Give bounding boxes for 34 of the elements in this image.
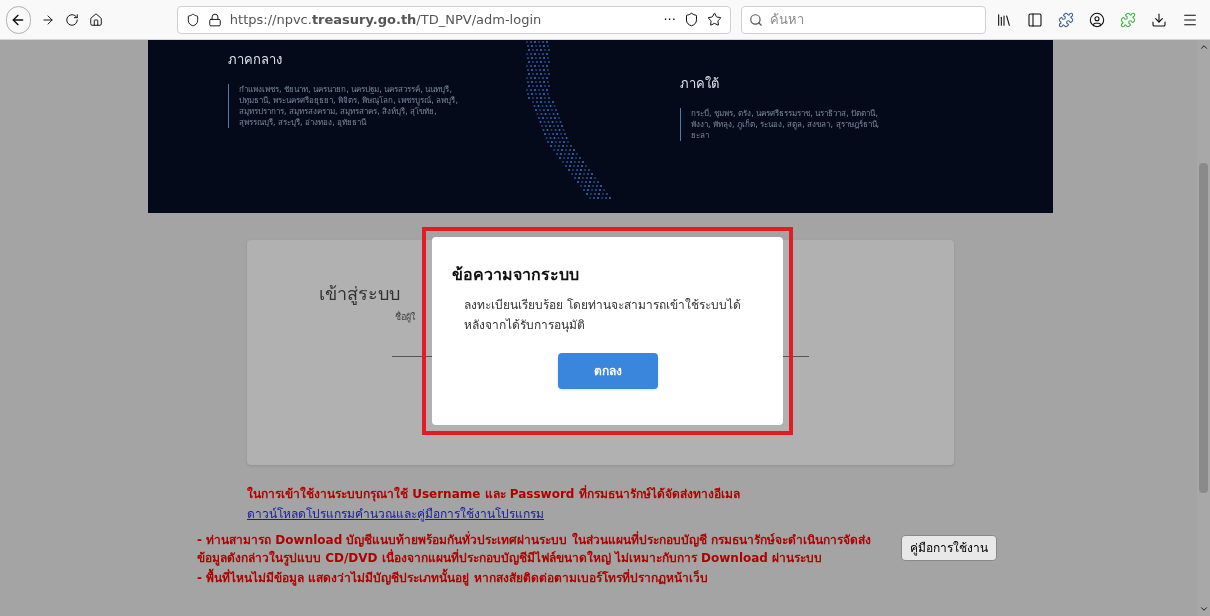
- scroll-down-icon[interactable]: [1198, 604, 1209, 614]
- reload-button[interactable]: [64, 11, 79, 28]
- lock-icon[interactable]: [207, 12, 222, 27]
- dialog-title: ข้อความจากระบบ: [452, 264, 580, 286]
- dialog-message: ลงทะเบียนเรียบร้อย โดยท่านจะสามารถเข้าใช้ระบบได้หลังจากได้รับการอนุมัติ: [464, 297, 742, 335]
- sidebar-icon[interactable]: [1027, 11, 1043, 28]
- login-title: เข้าสู่ระบบ: [319, 282, 400, 307]
- bookmark-star-icon[interactable]: [706, 12, 722, 27]
- region-title: ภาคกลาง: [228, 51, 283, 69]
- login-notice: ในการเข้าใช้งานระบบกรุณาใช้ Username และ Password ที่กรมธนารักษ์ได้จัดส่งทางอีเมล: [247, 485, 741, 503]
- region-title: ภาคใต้: [680, 75, 720, 93]
- scrollbar-thumb[interactable]: [1199, 163, 1208, 493]
- info-paragraph: - พื้นที่ไหนไม่มีข้อมูล แสดงว่าไม่มีบัญชีประเภทนั้นอยู่ หากสงสัยติดต่อตามเบอร์โทรที่ปรากฏหน้าเว็บ: [197, 569, 887, 587]
- search-icon: [748, 12, 763, 27]
- scroll-up-icon[interactable]: [1198, 42, 1209, 52]
- scrollbar[interactable]: [1197, 40, 1210, 616]
- username-label: ชื่อผู้ใ: [395, 311, 415, 325]
- url-text: https://npvc.treasury.go.th/TD_NPV/adm-login: [229, 10, 543, 29]
- download-link[interactable]: ดาวน์โหลดโปรแกรมคำนวณและคู่มือการใช้งานโปรแกรม: [247, 505, 544, 523]
- more-button[interactable]: ···: [663, 9, 676, 30]
- home-button[interactable]: [88, 11, 103, 28]
- download-icon[interactable]: [1151, 11, 1167, 28]
- search-field[interactable]: ค้นหา: [740, 5, 986, 34]
- manual-button[interactable]: คู่มือการใช้งาน: [901, 535, 997, 561]
- address-bar[interactable]: https://npvc.treasury.go.th/TD_NPV/adm-login ···: [176, 5, 731, 34]
- province-list: กำแพงเพชร, ชัยนาท, นครนายก, นครปฐม, นครสวรรค์, นนทบุรี, ปทุมธานี, พระนครศรีอยุธยา, พิจิตร, พิษณุโลก, เพชรบูรณ์, ลพบุรี, สมุทรปราการ, สมุทรสงคราม, สมุทรสาคร, สิงห์บุรี, สุโขทัย, สุพรรณบุรี, สระบุรี, อ่างทอง, อุทัยธานี: [228, 83, 458, 128]
- province-list: กระบี่, ชุมพร, ตรัง, นครศรีธรรมราช, นราธิวาส, ปัตตานี, พังงา, พัทลุง, ภูเก็ต, ระนอง, สตูล, สงขลา, สุราษฎร์ธานี, ยะลา: [680, 107, 890, 141]
- library-icon[interactable]: [996, 11, 1012, 28]
- info-paragraph: - ท่านสามารถ Download บัญชีแนบท้ายพร้อมกันทั่วประเทศผ่านระบบ ในส่วนแผนที่ประกอบบัญชี กรมธนารักษ์จะดำเนินการจัดส่งข้อมูลดังกล่าวในรูปแบบ CD/DVD เนื่องจากแผนที่ประกอบบัญชีมีไฟล์ขนาดใหญ่ ไม่เหมาะกับการ Download ผ่านระบบ: [197, 531, 872, 567]
- ok-button[interactable]: ตกลง: [557, 353, 658, 389]
- shield-icon[interactable]: [185, 12, 200, 27]
- extension-icon[interactable]: [1058, 11, 1074, 28]
- account-icon[interactable]: [1089, 11, 1105, 28]
- extension-icon[interactable]: [1120, 11, 1136, 28]
